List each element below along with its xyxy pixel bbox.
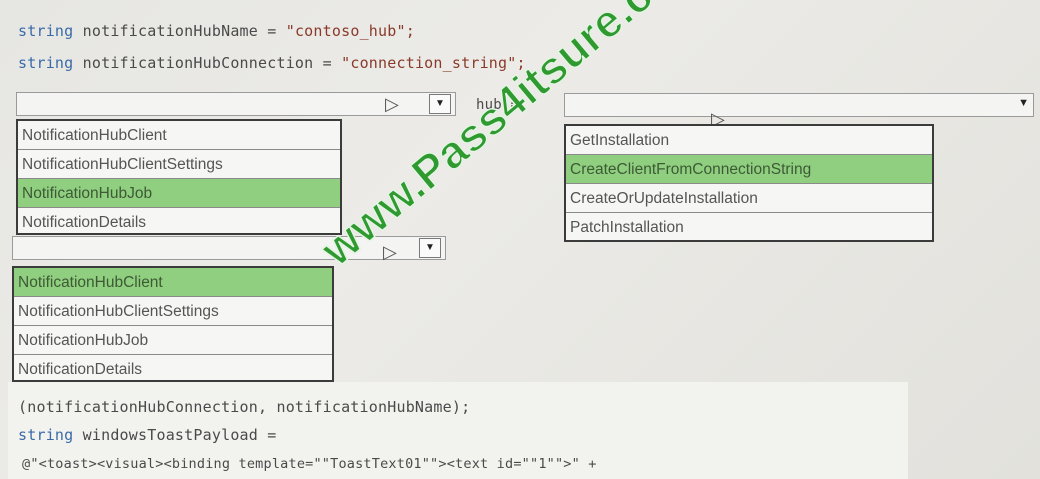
assign-operator: = [313, 54, 342, 72]
list-item[interactable]: NotificationDetails [18, 208, 340, 237]
dropdown-1-list: NotificationHubClient NotificationHubCli… [16, 119, 342, 235]
list-item[interactable]: NotificationHubClientSettings [18, 150, 340, 179]
dropdown-2-list: NotificationHubClient NotificationHubCli… [12, 266, 334, 382]
list-item[interactable]: NotificationHubJob [14, 326, 332, 355]
dropdown-3-combo[interactable]: ▼ ▷ [564, 93, 1034, 128]
keyword: string [18, 54, 74, 72]
variable-name: notificationHubName [82, 22, 259, 40]
code-line-constructor-args: (notificationHubConnection, notification… [18, 398, 471, 416]
dropdown-3-list: GetInstallation CreateClientFromConnecti… [564, 124, 934, 242]
chevron-down-icon[interactable]: ▼ [429, 94, 451, 114]
chevron-down-icon[interactable]: ▼ [419, 238, 441, 258]
chevron-down-icon[interactable]: ▼ [1018, 97, 1029, 109]
mouse-cursor-icon: ▷ [385, 94, 399, 114]
code-line-toast-xml: @"<toast><visual><binding template=""Toa… [22, 456, 597, 472]
list-item[interactable]: CreateOrUpdateInstallation [566, 184, 932, 213]
list-item[interactable]: NotificationHubClient [18, 121, 340, 150]
hub-assign-label: hub = [476, 97, 520, 113]
keyword: string [18, 426, 74, 444]
assign-operator: = [258, 22, 286, 40]
variable-name: notificationHubConnection [82, 54, 314, 72]
list-item-selected[interactable]: NotificationHubJob [18, 179, 340, 208]
string-literal: "contoso_hub"; [285, 22, 415, 40]
dropdown-1-combo[interactable]: ▷ ▼ [16, 92, 456, 116]
mouse-cursor-icon: ▷ [383, 242, 397, 262]
code-line-hub-connection: string notificationHubConnection = "conn… [18, 54, 526, 72]
code-line-toast-payload: string windowsToastPayload = [18, 426, 276, 444]
list-item[interactable]: NotificationDetails [14, 355, 332, 384]
variable-name: windowsToastPayload = [73, 426, 277, 444]
dropdown-2-combo[interactable]: ▷ ▼ [12, 236, 446, 262]
list-item[interactable]: NotificationHubClientSettings [14, 297, 332, 326]
keyword: string [18, 22, 74, 40]
string-literal: "connection_string"; [341, 54, 526, 72]
list-item-selected[interactable]: CreateClientFromConnectionString [566, 155, 932, 184]
list-item[interactable]: GetInstallation [566, 126, 932, 155]
list-item[interactable]: PatchInstallation [566, 213, 932, 242]
code-line-hub-name: string notificationHubName = "contoso_hu… [18, 22, 415, 40]
list-item-selected[interactable]: NotificationHubClient [14, 268, 332, 297]
